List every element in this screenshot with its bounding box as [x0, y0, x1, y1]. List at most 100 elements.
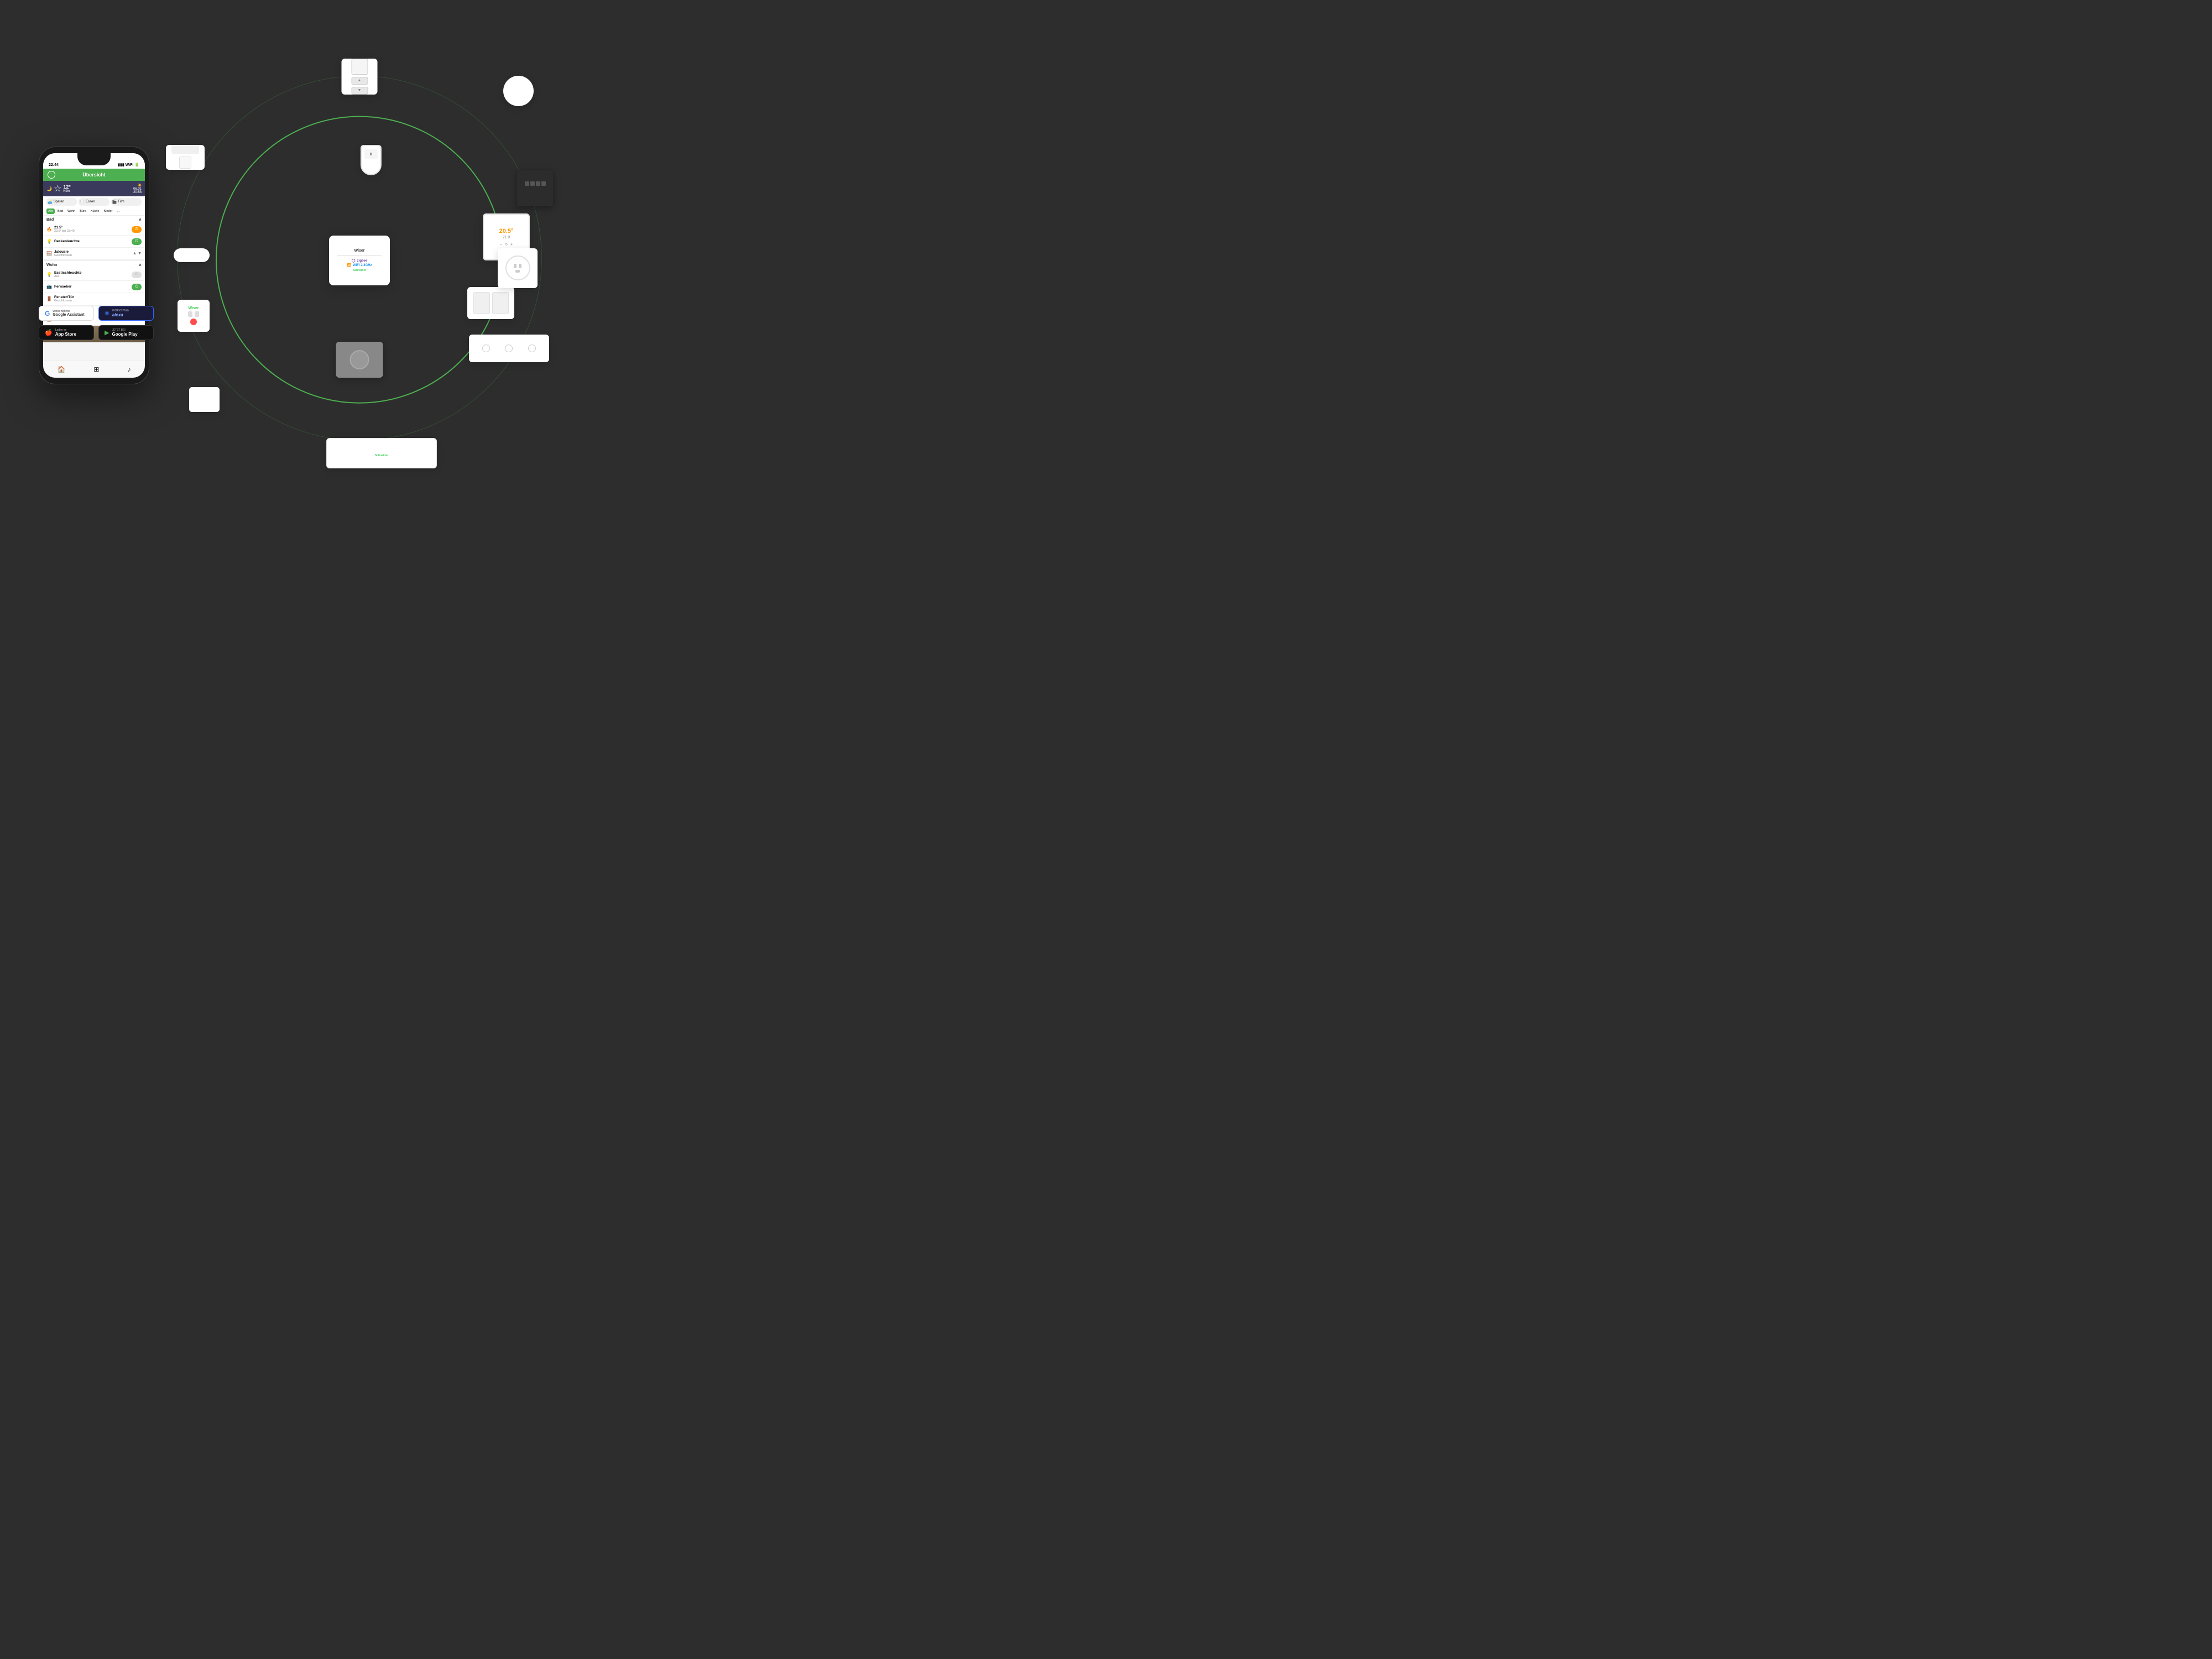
jalousie-down[interactable]: ▼ [138, 252, 142, 255]
tab-all[interactable]: Alle [46, 208, 55, 214]
hub-central: Wiser ⬡ zigbee 📶 WiFi 2,4GHz Schneider [329, 236, 390, 285]
device-tv-name: Fernseher [54, 285, 132, 289]
scene-film[interactable]: 🎬 Film [111, 198, 142, 206]
term2 [530, 181, 535, 186]
app-header: Übersicht [43, 169, 145, 181]
phone-body: 22:44 ▮▮▮ WiFi 🔋 Übersicht 🌙 ☆ [39, 147, 149, 384]
google-assistant-badge[interactable]: G works with the Google Assistant [39, 306, 94, 321]
googleplay-icon: ▶ [105, 329, 109, 336]
hub-wifi-label: 📶 WiFi 2,4GHz [347, 263, 372, 267]
phone-time: 22:44 [49, 163, 59, 167]
tab-buero[interactable]: Büro [78, 208, 88, 214]
panel-schneider: Schneider [375, 454, 388, 457]
device-tv-info: Fernseher [54, 285, 132, 289]
weather-date: 06.01 [133, 187, 142, 191]
device-temp[interactable]: 🔥 21.5° 23.5° bis 23:40 ⏱ [43, 223, 145, 236]
device-fenster-info: Fenster/Tür Geschlossen [54, 295, 142, 302]
room-thermo-sub: 21.0 [503, 236, 510, 239]
appstore-big: App Store [55, 332, 76, 337]
wifi-icon: 📶 [347, 263, 351, 267]
esstisch-status[interactable]: ⏻ [132, 272, 142, 278]
settings-icon[interactable] [48, 171, 55, 179]
device-temp-info: 21.5° 23.5° bis 23:40 [54, 226, 132, 233]
tv-status[interactable]: ⏻ [132, 284, 142, 290]
ctrl-btn1 [482, 345, 490, 352]
socket-face [505, 255, 530, 280]
device-jalousie-name: Jalousie [54, 250, 133, 254]
phone-screen: 22:44 ▮▮▮ WiFi 🔋 Übersicht 🌙 ☆ [43, 153, 145, 378]
device-light-name: Deckenleuchte [54, 239, 132, 243]
weather-icon: 🌙 [46, 186, 52, 191]
scene-essen-label: Essen [86, 200, 95, 204]
wall-socket-img [498, 248, 538, 288]
hub-divider [337, 255, 382, 256]
hub-schneider: Schneider [353, 269, 366, 272]
nav-music-icon[interactable]: ♪ [127, 366, 131, 373]
weather-icon3: ☀️ [133, 184, 142, 187]
alexa-icon: ◉ [105, 310, 109, 316]
thermo-plus[interactable]: + [510, 242, 513, 247]
phone-wrapper: 22:44 ▮▮▮ WiFi 🔋 Übersicht 🌙 ☆ [39, 147, 149, 384]
room-bad-title: Bad [46, 218, 54, 222]
device-fenster[interactable]: 🚪 Fenster/Tür Geschlossen [43, 293, 145, 305]
jalousie-up[interactable]: ▲ [133, 252, 137, 255]
term3 [536, 181, 540, 186]
appstore-icon: 🍎 [45, 329, 53, 336]
thermo-minus[interactable]: − [499, 242, 502, 247]
scene-sparen[interactable]: 🛋️ Sparen [46, 198, 77, 206]
bottom-nav: 🏠 ⊞ ♪ [43, 360, 145, 378]
googleplay-badge[interactable]: ▶ JETZT BEI Google Play [98, 325, 154, 340]
device-tv[interactable]: 📺 Fernseher ⏻ [43, 281, 145, 293]
light-status[interactable]: ⏻ [132, 238, 142, 245]
switch-up-arrow: ▲ [358, 79, 362, 82]
ctrl-btn3 [528, 345, 536, 352]
tab-bad[interactable]: Bad [56, 208, 65, 214]
scene-controller-img [336, 342, 383, 378]
device-wall-switch-top: ▲ ▼ [342, 59, 378, 95]
device-gateway [189, 387, 220, 412]
plug-led [190, 319, 197, 325]
weather-left: 🌙 ☆ 12° Köln [46, 183, 71, 194]
device-fenster-name: Fenster/Tür [54, 295, 142, 299]
plug-holes [188, 311, 199, 317]
google-assistant-icon: G [45, 310, 50, 317]
tab-kueche[interactable]: Küche [89, 208, 101, 214]
tab-kinder[interactable]: Kinder [102, 208, 114, 214]
room-wohn-chevron: ∧ [139, 263, 142, 267]
device-double-switch [467, 287, 514, 319]
long-controller-img [469, 335, 549, 362]
app-title: Übersicht [82, 172, 106, 178]
jalousie-controls: ▲ ▼ [133, 252, 142, 255]
panel-brand-row: Schneider [375, 454, 388, 457]
store-badges: 🍎 Laden im App Store ▶ JETZT BEI Google … [39, 325, 154, 340]
nav-home-icon[interactable]: 🏠 [57, 366, 65, 373]
scene-sparen-icon: 🛋️ [48, 200, 53, 204]
assistant-badges: G works with the Google Assistant ◉ WORK… [39, 306, 154, 321]
device-esstisch[interactable]: 💡 Esstischleuchte Aus ⏻ [43, 269, 145, 281]
scene-row: 🛋️ Sparen 🍽️ Essen 🎬 Film [43, 196, 145, 207]
device-light[interactable]: 💡 Deckenleuchte ⏻ [43, 236, 145, 248]
device-fenster-sub: Geschlossen [54, 299, 142, 302]
zigbee-icon: ⬡ [352, 258, 356, 263]
room-bad: Bad ∧ 🔥 21.5° 23.5° bis 23:40 ⏱ [43, 216, 145, 260]
device-jalousie[interactable]: 🪟 Jalousie Geschlossen ▲ ▼ [43, 248, 145, 260]
temp-status[interactable]: ⏱ [132, 226, 142, 233]
tab-wohn[interactable]: Wohn [66, 208, 77, 214]
appstore-text: Laden im App Store [55, 328, 76, 337]
appstore-badge[interactable]: 🍎 Laden im App Store [39, 325, 94, 340]
alexa-badge[interactable]: ◉ WORKS With alexa [98, 306, 154, 321]
tab-more[interactable]: ... [115, 208, 121, 214]
temp-status-icon: ⏱ [135, 227, 138, 232]
device-esstisch-name: Esstischleuchte [54, 271, 132, 275]
google-big: Google Assistant [53, 313, 84, 317]
room-wohn-header: Wohn ∧ [43, 261, 145, 269]
fenster-icon: 🚪 [46, 296, 52, 301]
schneider-module-img [517, 170, 553, 206]
device-bottom-panel: Schneider [326, 438, 437, 468]
nav-grid-icon[interactable]: ⊞ [93, 366, 99, 373]
schneider-terminals [525, 181, 546, 186]
scene-essen[interactable]: 🍽️ Essen [79, 198, 109, 206]
gateway-img [189, 387, 220, 412]
device-long-controller [469, 335, 549, 362]
main-container: 22:44 ▮▮▮ WiFi 🔋 Übersicht 🌙 ☆ [0, 0, 708, 531]
